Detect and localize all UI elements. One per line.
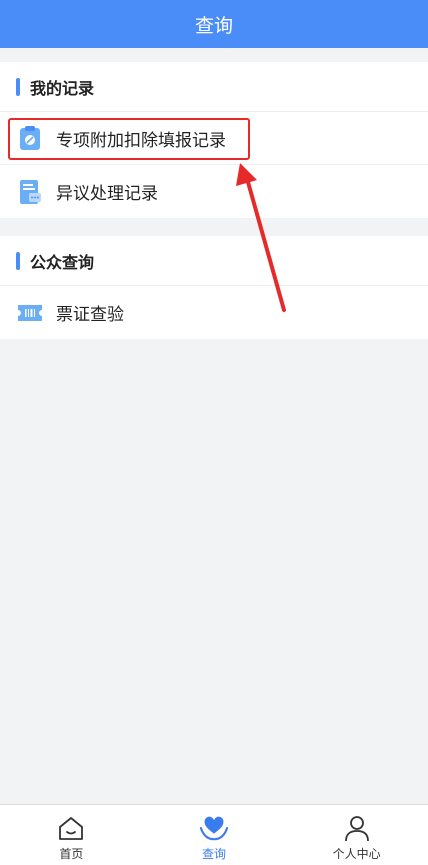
public-query-section: 公众查询 票证查验 — [0, 236, 428, 339]
section-title-text: 公众查询 — [30, 252, 95, 272]
page-header: 查询 — [0, 0, 428, 48]
list-item-label: 异议处理记录 — [56, 184, 158, 204]
section-title-public-query: 公众查询 — [0, 236, 428, 286]
document-chat-icon — [16, 178, 44, 206]
clipboard-icon — [16, 124, 44, 152]
section-accent-bar — [16, 77, 20, 96]
home-icon — [56, 813, 86, 843]
list-item-ticket-verification[interactable]: 票证查验 — [0, 286, 428, 339]
page-title: 查询 — [194, 14, 233, 37]
tab-profile[interactable]: 个人中心 — [285, 805, 428, 865]
tab-label: 首页 — [59, 847, 84, 861]
person-icon — [342, 813, 372, 843]
heart-hand-icon — [199, 813, 229, 843]
list-item-label: 专项附加扣除填报记录 — [56, 130, 226, 151]
section-title-text: 我的记录 — [30, 78, 95, 98]
ticket-icon — [16, 299, 44, 327]
list-item-objection-records[interactable]: 异议处理记录 — [0, 165, 428, 218]
my-records-section: 我的记录 专项附加扣除填报记录 异议处理记录 — [0, 62, 428, 218]
tab-label: 查询 — [202, 847, 227, 861]
bottom-tab-bar: 首页 查询 个人中心 — [0, 804, 428, 865]
tab-label: 个人中心 — [332, 847, 381, 861]
list-item-deduction-records[interactable]: 专项附加扣除填报记录 — [0, 112, 428, 165]
section-accent-bar — [16, 251, 20, 270]
tab-home[interactable]: 首页 — [0, 805, 143, 865]
tab-query[interactable]: 查询 — [143, 805, 286, 865]
list-item-label: 票证查验 — [56, 305, 124, 325]
section-title-my-records: 我的记录 — [0, 62, 428, 112]
